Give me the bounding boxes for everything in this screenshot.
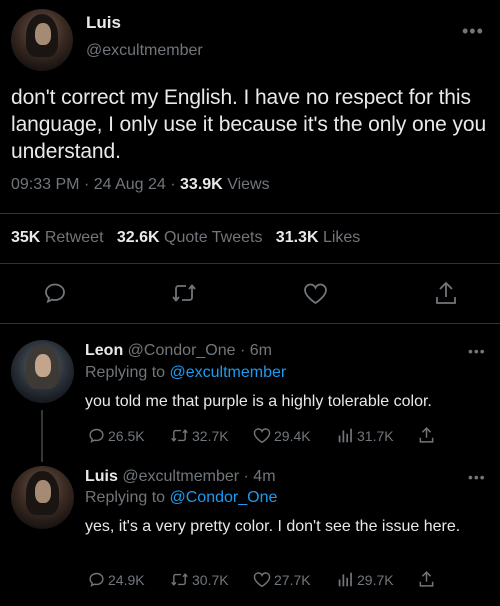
like-count: 27.7K bbox=[274, 571, 311, 588]
views-count: 33.9K bbox=[180, 176, 223, 193]
reply-text: you told me that purple is a highly tole… bbox=[85, 393, 432, 410]
retweet-count: 35K bbox=[11, 229, 41, 246]
likes-label: Likes bbox=[322, 229, 361, 246]
like-button[interactable]: 29.4K bbox=[253, 427, 311, 444]
reply-count: 24.9K bbox=[108, 571, 145, 588]
reply-header: Leon @Condor_One · 6m bbox=[85, 342, 272, 360]
quote-label: Quote Tweets bbox=[164, 229, 263, 246]
main-tweet-text: don't correct my English. I have no resp… bbox=[11, 86, 487, 163]
reply-author-handle[interactable]: @Condor_One bbox=[128, 342, 236, 359]
retweet-count: 32.7K bbox=[192, 427, 229, 444]
quote-count: 32.6K bbox=[116, 229, 160, 246]
reply-count: 26.5K bbox=[108, 427, 145, 444]
reply-more-icon[interactable]: ••• bbox=[468, 470, 486, 484]
retweets-link[interactable]: 35K Retweet bbox=[11, 229, 108, 246]
tweet-time: 09:33 PM bbox=[11, 176, 80, 193]
reply-icon bbox=[89, 428, 104, 443]
main-more-icon[interactable]: ••• bbox=[462, 22, 484, 40]
likes-link[interactable]: 31.3K Likes bbox=[276, 229, 361, 246]
reply-more-icon[interactable]: ••• bbox=[468, 344, 486, 358]
retweet-count: 30.7K bbox=[192, 571, 229, 588]
replying-to-handle[interactable]: @Condor_One bbox=[170, 489, 278, 506]
likes-count: 31.3K bbox=[275, 229, 319, 246]
share-icon[interactable] bbox=[435, 280, 457, 306]
replying-to-prefix: Replying to bbox=[85, 489, 166, 506]
reply-button[interactable]: 26.5K bbox=[88, 427, 145, 444]
main-author-handle[interactable]: @excultmember bbox=[86, 42, 203, 60]
replying-to-prefix: Replying to bbox=[85, 364, 166, 381]
reply-header: Luis @excultmember · 4m bbox=[85, 468, 276, 486]
replying-to: Replying to @Condor_One bbox=[85, 489, 277, 507]
main-author-avatar[interactable] bbox=[11, 9, 73, 71]
reply-author-name[interactable]: Luis bbox=[85, 468, 118, 485]
reply-age[interactable]: 4m bbox=[253, 468, 275, 485]
share-icon[interactable] bbox=[419, 426, 434, 444]
share-icon[interactable] bbox=[419, 570, 434, 588]
reply-author-name[interactable]: Leon bbox=[85, 342, 123, 359]
reply-author-avatar[interactable] bbox=[11, 466, 74, 529]
retweet-button[interactable]: 30.7K bbox=[170, 571, 229, 588]
quotes-link[interactable]: 32.6K Quote Tweets bbox=[117, 229, 267, 246]
thread-line bbox=[41, 410, 43, 462]
retweet-button[interactable]: 32.7K bbox=[170, 427, 229, 444]
engagement-stats: 35K Retweet 32.6K Quote Tweets 31.3K Lik… bbox=[11, 229, 360, 247]
retweet-icon[interactable] bbox=[171, 281, 197, 305]
view-count: 31.7K bbox=[357, 427, 394, 444]
views-label: Views bbox=[227, 176, 270, 193]
reply-button[interactable]: 24.9K bbox=[88, 571, 145, 588]
replying-to: Replying to @excultmember bbox=[85, 364, 286, 382]
reply-age[interactable]: 6m bbox=[250, 342, 272, 359]
reply-author-handle[interactable]: @excultmember bbox=[122, 468, 239, 485]
replying-to-handle[interactable]: @excultmember bbox=[170, 364, 287, 381]
reply-text: yes, it's a very pretty color. I don't s… bbox=[85, 518, 461, 535]
reply-icon bbox=[89, 572, 104, 587]
retweet-icon bbox=[171, 573, 188, 586]
views-button[interactable]: 31.7K bbox=[337, 427, 394, 444]
views-icon bbox=[338, 428, 352, 443]
tweet-meta: 09:33 PM · 24 Aug 24 · 33.9K Views bbox=[11, 176, 270, 194]
meta-separator: · bbox=[170, 176, 176, 193]
main-author-name[interactable]: Luis bbox=[86, 13, 121, 33]
like-icon[interactable] bbox=[303, 282, 328, 305]
retweet-label: Retweet bbox=[44, 229, 104, 246]
like-count: 29.4K bbox=[274, 427, 311, 444]
reply-author-avatar[interactable] bbox=[11, 340, 74, 403]
reply-separator: · bbox=[243, 468, 249, 485]
meta-separator: · bbox=[83, 176, 90, 193]
reply-icon[interactable] bbox=[43, 281, 67, 305]
like-icon bbox=[253, 572, 271, 588]
views-button[interactable]: 29.7K bbox=[337, 571, 394, 588]
retweet-icon bbox=[171, 429, 188, 442]
view-count: 29.7K bbox=[357, 571, 394, 588]
tweet-date: 24 Aug 24 bbox=[93, 176, 166, 193]
like-icon bbox=[253, 428, 271, 444]
like-button[interactable]: 27.7K bbox=[253, 571, 311, 588]
views-icon bbox=[338, 572, 352, 587]
reply-separator: · bbox=[239, 342, 246, 359]
